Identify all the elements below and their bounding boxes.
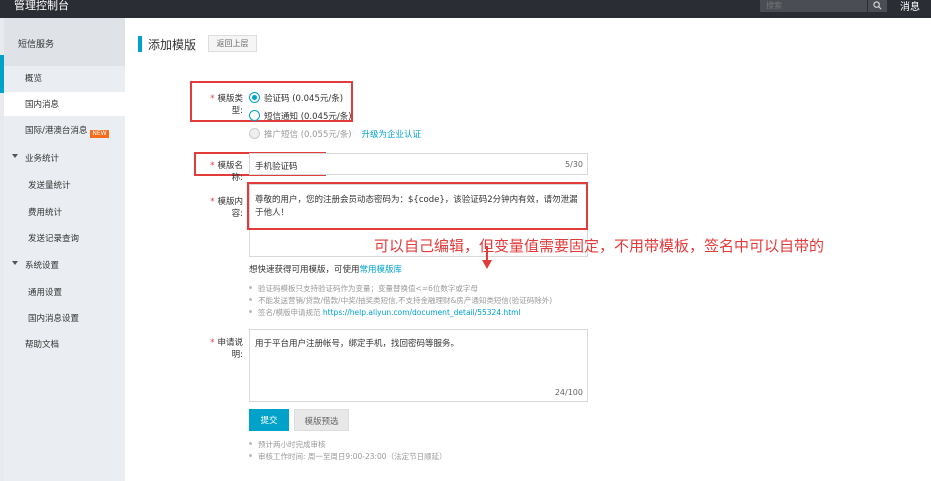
type-option-promo-text: 推广短信 (0.055元/条)	[264, 130, 352, 140]
required-marker: *	[210, 161, 215, 171]
template-name-label: * 模版名称:	[199, 159, 243, 183]
name-char-count: 5/30	[565, 160, 583, 169]
upgrade-enterprise-link[interactable]: 升级为企业认证	[362, 130, 422, 140]
sidebar-item-domestic[interactable]: 国内消息	[4, 92, 125, 116]
tip-item: 验证码模板只支持验证码作为变量；变量替换值<=6位数字或字母	[249, 283, 478, 294]
footer-tip: 审核工作时间: 周一至周日9:00-23:00（法定节日顺延）	[249, 451, 447, 462]
search-button[interactable]	[867, 0, 887, 12]
caret-down-icon	[12, 154, 18, 158]
sidebar-item-label: 系统设置	[25, 261, 60, 271]
bullet-icon	[249, 442, 252, 445]
template-content-label-text: 模版内容:	[217, 197, 243, 219]
sidebar-item-label: 国际/港澳台消息	[25, 126, 88, 136]
required-marker: *	[210, 338, 215, 348]
template-name-value: 手机验证码	[255, 162, 298, 172]
description-char-count: 24/100	[554, 388, 583, 397]
back-button[interactable]: 返回上层	[208, 35, 257, 52]
main-content: 添加模版 返回上层 * 模版类型: 验证码 (0.045元/条) 短信通知 (0.…	[125, 18, 931, 481]
tip-item: 不能发送营销/贷款/借款/中奖/抽奖类短信,不支持金融理财&房产通知类短信(验证…	[249, 295, 552, 306]
sidebar-section-title: 短信服务	[18, 40, 55, 50]
sidebar-item-cost-stats[interactable]: 费用统计	[4, 200, 125, 224]
highlight-box-content	[247, 182, 588, 230]
sidebar-item-send-stats[interactable]: 发送量统计	[4, 173, 125, 197]
template-type-label-text: 模版类型:	[217, 94, 243, 116]
type-option-label: 推广短信 (0.055元/条) 升级为企业认证	[264, 128, 421, 140]
title-accent	[138, 36, 142, 52]
messages-link[interactable]: 消息	[900, 0, 920, 13]
search-icon	[873, 1, 882, 10]
footer-tip-text: 预计两小时完成审核	[258, 440, 326, 449]
bullet-icon	[249, 310, 252, 313]
template-type-label: * 模版类型:	[199, 92, 243, 116]
tip-text: 不能发送营销/贷款/借款/中奖/抽奖类短信,不支持金融理财&房产通知类短信(验证…	[258, 296, 553, 305]
sidebar-item-label: 发送记录查询	[28, 234, 80, 244]
sidebar-item-label: 国内消息设置	[28, 314, 80, 324]
description-label: * 申请说明:	[199, 336, 243, 360]
sidebar-item-international[interactable]: 国际/港澳台消息 NEW	[4, 118, 125, 142]
sidebar-item-label: 国内消息	[25, 100, 60, 110]
description-textarea[interactable]: 用于平台用户注册帐号，绑定手机，找回密码等服务。 24/100	[249, 329, 588, 402]
sidebar-item-label: 帮助文档	[25, 340, 60, 350]
sidebar-item-label: 费用统计	[28, 208, 63, 218]
template-content-label: * 模版内容:	[199, 195, 243, 219]
sidebar-item-label: 业务统计	[25, 154, 60, 164]
template-library-hint: 想快速获得可用模版，可使用常用模版库	[249, 263, 402, 275]
required-marker: *	[210, 94, 215, 104]
tip-item: 签名/模版申请规范 https://help.aliyun.com/docume…	[249, 307, 521, 318]
template-name-input[interactable]: 手机验证码 5/30	[249, 153, 588, 175]
footer-tip: 预计两小时完成审核	[249, 439, 326, 450]
description-label-text: 申请说明:	[217, 338, 243, 360]
template-name-label-text: 模版名称:	[217, 161, 243, 183]
sidebar-group-settings[interactable]: 系统设置	[4, 253, 125, 277]
preview-button[interactable]: 模版预选	[294, 409, 349, 431]
tip-text: 验证码模板只支持验证码作为变量；变量替换值<=6位数字或字母	[258, 284, 478, 293]
new-badge: NEW	[90, 130, 109, 138]
sidebar-item-overview[interactable]: 概览	[4, 66, 125, 90]
sidebar: 短信服务 概览 国内消息 国际/港澳台消息 NEW 业务统计 发送量统计 费用统计…	[4, 18, 125, 481]
page-title: 添加模版	[148, 38, 197, 52]
tip-text: 签名/模版申请规范	[258, 308, 321, 317]
sidebar-group-stats[interactable]: 业务统计	[4, 146, 125, 170]
sidebar-header: 短信服务	[4, 18, 125, 66]
annotation-text: 可以自己编辑，但变量值需要固定，不用带模板，签名中可以自带的	[374, 237, 825, 255]
console-title[interactable]: 管理控制台	[14, 0, 69, 13]
sidebar-item-send-log[interactable]: 发送记录查询	[4, 226, 125, 250]
search-input[interactable]	[760, 0, 867, 12]
submit-button[interactable]: 提交	[249, 409, 289, 431]
sidebar-item-label: 发送量统计	[28, 181, 71, 191]
spec-doc-link[interactable]: https://help.aliyun.com/document_detail/…	[323, 308, 521, 317]
sidebar-item-general-settings[interactable]: 通用设置	[4, 280, 125, 304]
bullet-icon	[249, 286, 252, 289]
top-bar: 管理控制台 消息	[0, 0, 931, 18]
sidebar-item-domestic-settings[interactable]: 国内消息设置	[4, 306, 125, 330]
sidebar-item-help[interactable]: 帮助文档	[4, 332, 125, 356]
type-option-label: 短信通知 (0.045元/条)	[264, 112, 352, 122]
radio-disabled-icon	[249, 128, 260, 139]
radio-icon[interactable]	[249, 110, 260, 121]
description-value: 用于平台用户注册帐号，绑定手机，找回密码等服务。	[255, 339, 460, 349]
bullet-icon	[249, 454, 252, 457]
radio-checked-icon[interactable]	[249, 92, 260, 103]
template-library-link[interactable]: 常用模版库	[360, 265, 403, 275]
bullet-icon	[249, 298, 252, 301]
footer-tip-text: 审核工作时间: 周一至周日9:00-23:00（法定节日顺延）	[258, 452, 447, 461]
hint-text: 想快速获得可用模版，可使用	[249, 265, 360, 275]
type-option-label: 验证码 (0.045元/条)	[264, 94, 344, 104]
caret-down-icon	[12, 261, 18, 265]
sidebar-item-label: 通用设置	[28, 288, 63, 298]
required-marker: *	[210, 197, 215, 207]
sidebar-item-label: 概览	[25, 74, 43, 84]
